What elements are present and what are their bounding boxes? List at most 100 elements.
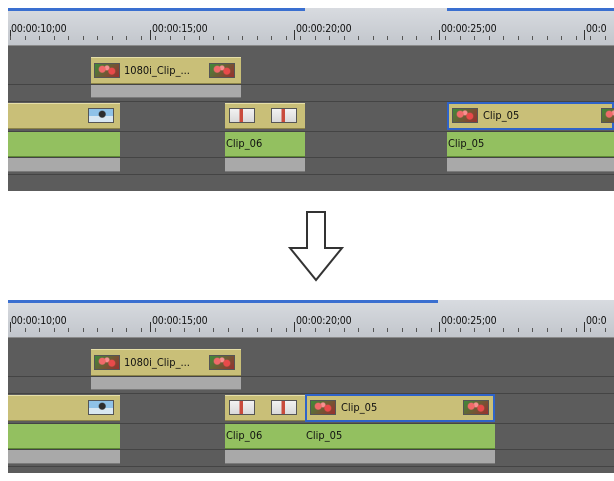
clip-thumbnail-icon [601,108,614,123]
ruler-minor-tick [68,36,69,40]
ruler-minor-tick [387,328,388,332]
ruler-minor-tick [372,36,374,40]
ruler-minor-tick [459,328,461,332]
ruler-minor-tick [401,328,403,332]
ruler-minor-tick [126,328,127,332]
ruler-minor-tick [416,36,417,40]
time-ruler[interactable]: 00:00:10;00 00:00:15;00 00:00:20;00 00:0… [8,300,614,338]
video-clip-06[interactable] [225,395,305,421]
video-clip-06[interactable] [225,103,305,129]
clip-thumbnail-icon [94,355,120,370]
audio-level-bar[interactable] [8,158,120,172]
ruler-minor-tick [329,328,330,332]
ruler-minor-tick [198,328,200,332]
ruler-minor-tick [111,328,113,332]
video-clip-left[interactable] [8,103,120,129]
ruler-major-tick [150,30,151,40]
audio-clip-label: Clip_05 [448,137,485,150]
clip-thumbnail-icon [209,355,235,370]
audio-clip-06[interactable]: Clip_06 [225,424,305,449]
ruler-minor-tick [314,328,316,332]
ruler-minor-tick [285,36,287,40]
timecode-label: 00:00:15;00 [152,23,208,35]
playback-range-bar [8,8,305,11]
title-clip-bar[interactable] [91,85,241,98]
ruler-minor-tick [256,328,258,332]
video-clip-05-selected[interactable]: Clip_05 [305,394,495,422]
ruler-minor-tick [126,36,127,40]
ruler-minor-tick [459,36,461,40]
ruler-major-tick [584,30,585,40]
clip-thumbnail-icon [229,108,255,123]
down-arrow-icon [287,211,345,282]
audio-clip-label: Clip_05 [306,429,343,442]
ruler-minor-tick [82,36,84,40]
audio-level-bar[interactable] [225,450,305,464]
audio-clip-left[interactable] [8,424,120,449]
title-clip-bar[interactable] [91,377,241,390]
ruler-minor-tick [271,328,272,332]
ruler-minor-tick [97,36,98,40]
video-clip-05-selected[interactable]: Clip_05 [447,102,614,130]
ruler-minor-tick [39,36,40,40]
ruler-minor-tick [242,36,243,40]
timeline-panel-after: 00:00:10;00 00:00:15;00 00:00:20;00 00:0… [8,300,614,473]
ruler-minor-tick [488,36,490,40]
audio-clip-05[interactable]: Clip_05 [447,132,614,157]
ruler-minor-tick [111,36,113,40]
ruler-minor-tick [169,328,171,332]
audio-level-bar[interactable] [225,158,305,172]
ruler-minor-tick [561,328,562,332]
ruler-major-tick [294,30,295,40]
ruler-minor-tick [517,328,519,332]
time-ruler[interactable]: 00:00:10;00 00:00:15;00 00:00:20;00 00:0… [8,8,614,46]
ruler-minor-tick [300,328,301,332]
audio-clip-label: Clip_06 [226,137,263,150]
audio-clip-06[interactable]: Clip_06 [225,132,305,157]
ruler-minor-tick [532,328,533,332]
title-clip[interactable]: 1080i_Clip_... [91,57,241,84]
ruler-minor-tick [169,36,171,40]
audio-level-bar[interactable] [8,450,120,464]
ruler-minor-tick [430,36,432,40]
ruler-minor-tick [314,36,316,40]
playback-range-bar-2 [447,8,614,11]
audio-level-bar[interactable] [305,450,495,464]
clip-thumbnail-icon [452,108,478,123]
ruler-minor-tick [242,328,243,332]
clip-thumbnail-icon [88,108,114,123]
timecode-label: 00:00:10;00 [11,23,67,35]
timecode-label: 00:00:25;00 [441,23,497,35]
ruler-minor-tick [184,328,185,332]
clip-thumbnail-icon [229,400,255,415]
ruler-minor-tick [213,36,214,40]
ruler-minor-tick [10,36,11,40]
ruler-minor-tick [213,328,214,332]
ruler-minor-tick [155,328,156,332]
ruler-minor-tick [227,36,229,40]
ruler-minor-tick [184,36,185,40]
clip-thumbnail-icon [209,63,235,78]
ruler-minor-tick [604,328,606,332]
ruler-minor-tick [271,36,272,40]
track-separator [8,466,614,467]
audio-clip-05[interactable]: Clip_05 [305,424,495,449]
video-clip-left[interactable] [8,395,120,421]
ruler-minor-tick [387,36,388,40]
ruler-minor-tick [155,36,156,40]
ruler-minor-tick [590,36,591,40]
ruler-minor-tick [140,36,142,40]
ruler-minor-tick [517,36,519,40]
audio-clip-left[interactable] [8,132,120,157]
clip-thumbnail-icon [271,400,297,415]
ruler-minor-tick [546,328,548,332]
ruler-minor-tick [227,328,229,332]
ruler-minor-tick [474,328,475,332]
timecode-label: 00:0 [586,23,607,35]
ruler-minor-tick [416,328,417,332]
ruler-minor-tick [140,328,142,332]
ruler-minor-tick [53,328,55,332]
title-clip[interactable]: 1080i_Clip_... [91,349,241,376]
audio-level-bar[interactable] [447,158,614,172]
video-clip-label: Clip_05 [483,109,520,122]
